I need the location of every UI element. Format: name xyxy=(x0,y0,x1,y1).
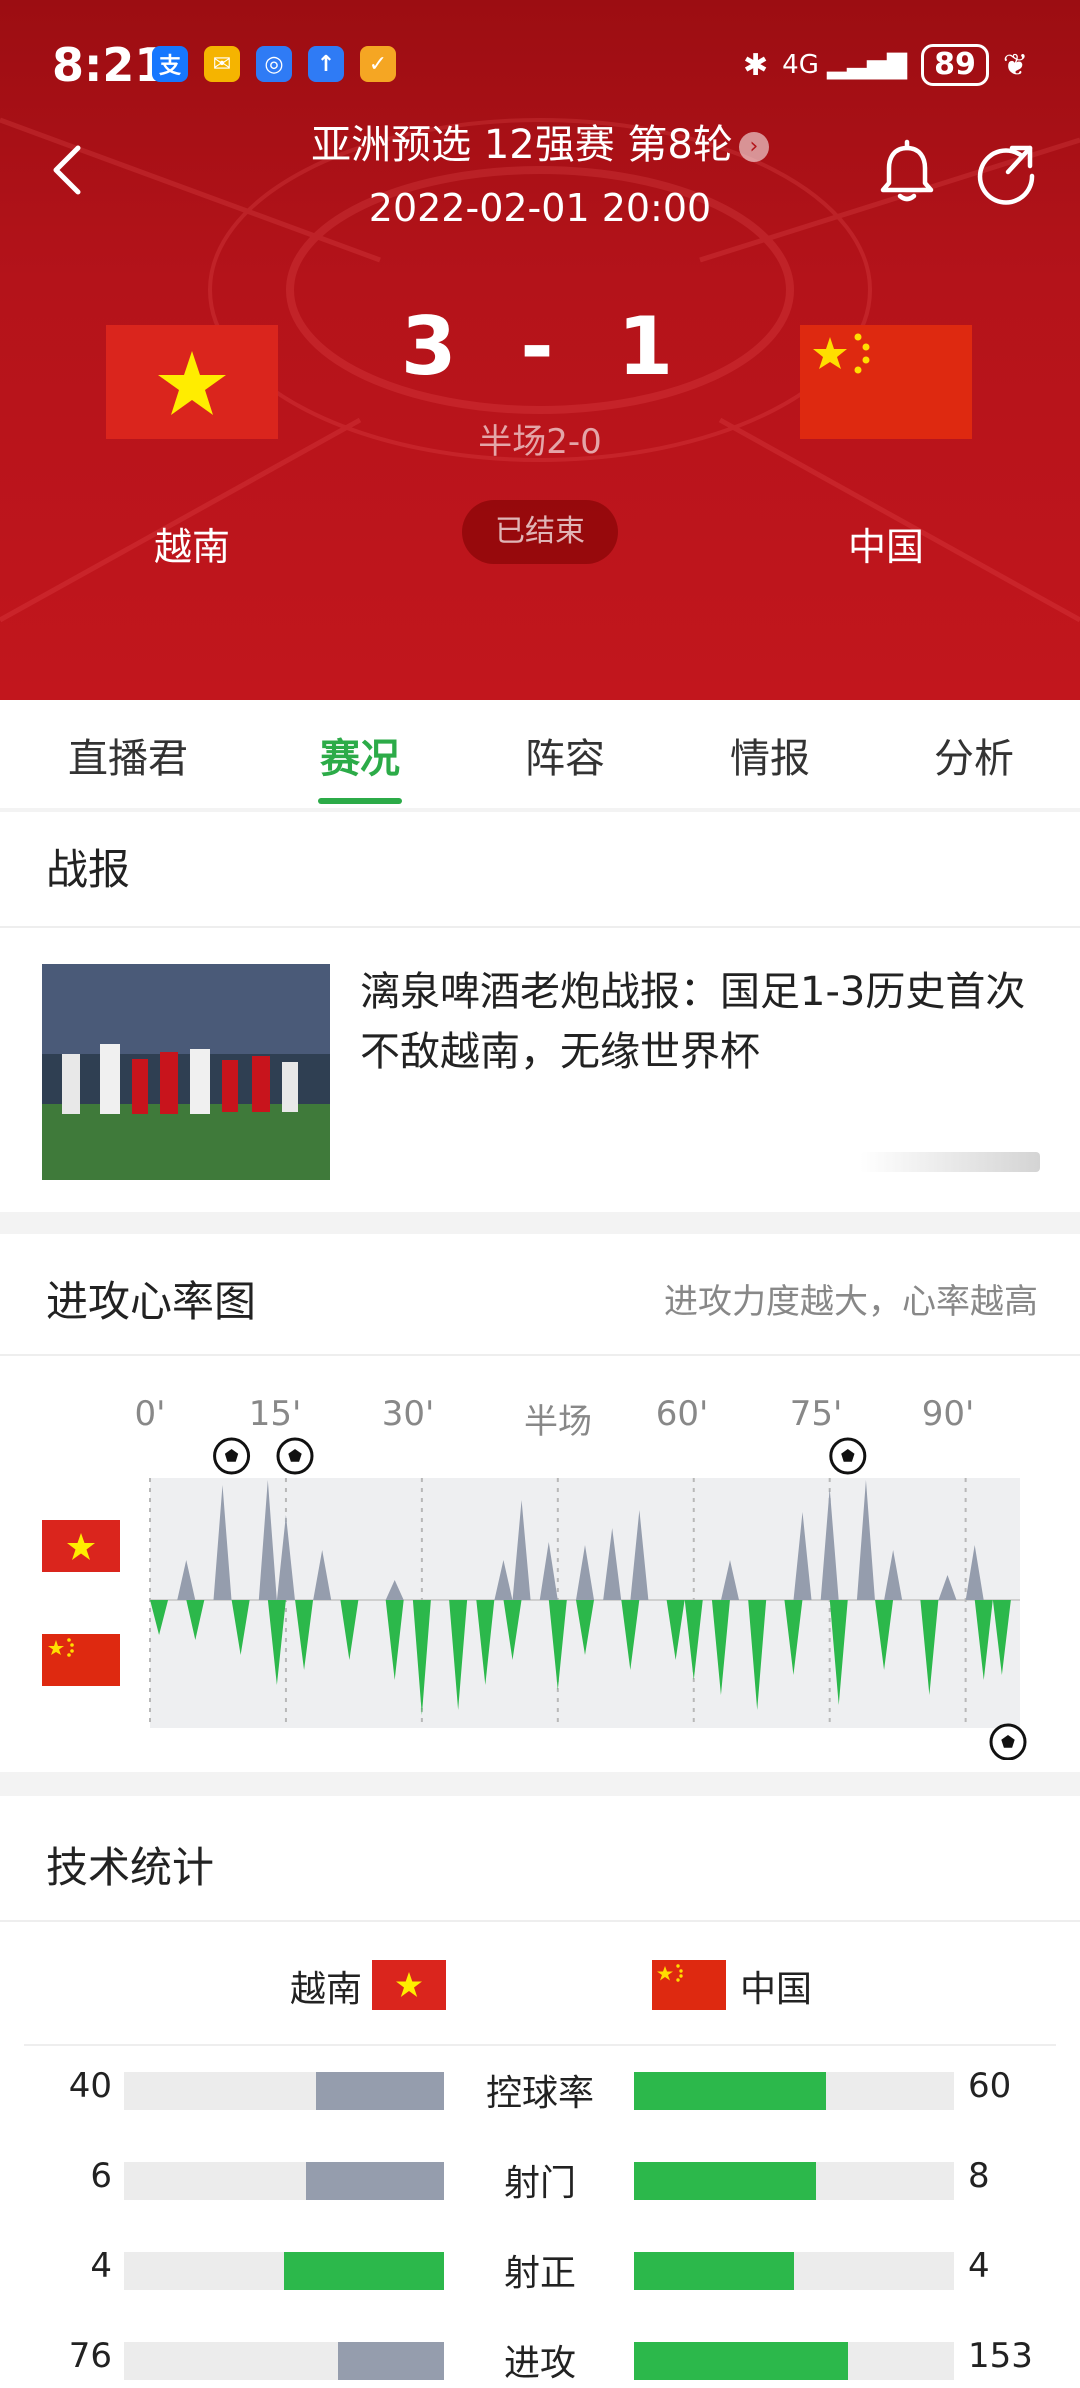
stat-name: 射正 xyxy=(503,2253,576,2294)
status-time: 8:21 xyxy=(52,38,167,92)
stat-row-shots-on-target: 4 射正 4 xyxy=(0,2240,1080,2300)
attack-heart-rate-chart xyxy=(149,1437,1027,1760)
share-icon[interactable] xyxy=(972,138,1042,208)
active-tab-indicator xyxy=(318,798,402,804)
competition-name: 亚洲预选 12强赛 第8轮 xyxy=(311,122,733,168)
stat-home-bar-fill xyxy=(338,2342,444,2380)
alipay-icon: 支 xyxy=(152,46,188,82)
tab-intel[interactable]: 情报 xyxy=(690,726,850,784)
goal-ball-icon xyxy=(213,1437,251,1475)
stat-name: 射门 xyxy=(503,2163,576,2204)
heart-rate-title: 进攻心率图 xyxy=(46,1277,257,1326)
match-page: 8:21 支 ✉ ◎ ↑ ✓ ✱ 4G ▂▃▅▇ 89 ❦ 亚洲预选 12强赛 … xyxy=(0,0,1080,2388)
tab-lineup[interactable]: 阵容 xyxy=(485,726,645,784)
match-header: 8:21 支 ✉ ◎ ↑ ✓ ✱ 4G ▂▃▅▇ 89 ❦ 亚洲预选 12强赛 … xyxy=(0,0,1080,700)
stat-name: 进攻 xyxy=(503,2343,576,2384)
stat-home-bar-fill xyxy=(306,2162,444,2200)
mail-icon: ✉ xyxy=(204,46,240,82)
stat-home-value: 6 xyxy=(90,2156,112,2196)
stat-away-bar xyxy=(634,2162,954,2200)
stats-home-team: 越南 xyxy=(290,1969,363,2010)
china-flag-icon xyxy=(652,1960,726,2010)
status-bar: 8:21 支 ✉ ◎ ↑ ✓ ✱ 4G ▂▃▅▇ 89 ❦ xyxy=(0,0,1080,130)
bell-icon[interactable] xyxy=(872,138,942,208)
stat-home-value: 40 xyxy=(68,2066,112,2106)
divider xyxy=(24,2044,1056,2046)
score-separator: - xyxy=(520,300,560,393)
home-team-name[interactable]: 越南 xyxy=(106,516,278,571)
heart-rate-subtitle: 进攻力度越大，心率越高 xyxy=(664,1282,1038,1322)
divider xyxy=(0,1354,1080,1356)
stat-home-value: 76 xyxy=(68,2336,112,2376)
report-thumbnail[interactable] xyxy=(42,964,330,1180)
stat-away-bar xyxy=(634,2252,954,2290)
bluetooth-icon: ✱ xyxy=(743,47,769,83)
goal-ball-icon xyxy=(829,1437,867,1475)
upload-icon: ↑ xyxy=(308,46,344,82)
stat-row-possession: 40 控球率 60 xyxy=(0,2060,1080,2120)
divider xyxy=(0,926,1080,928)
stat-away-bar xyxy=(634,2342,954,2380)
stat-away-value: 60 xyxy=(968,2066,1012,2106)
report-meta xyxy=(860,1152,1040,1172)
away-team-name[interactable]: 中国 xyxy=(800,516,972,571)
chevron-right-icon: › xyxy=(738,132,769,162)
stat-home-bar-fill xyxy=(284,2252,444,2290)
notification-icons: 支 ✉ ◎ ↑ ✓ xyxy=(152,46,396,82)
signal-icon: 4G ▂▃▅▇ xyxy=(782,50,908,80)
match-status-badge: 已结束 xyxy=(462,500,618,564)
stat-away-bar-fill xyxy=(634,2072,826,2110)
system-icons: ✱ 4G ▂▃▅▇ 89 ❦ xyxy=(743,44,1028,86)
battery-icon: 89 xyxy=(921,44,989,86)
divider xyxy=(0,1920,1080,1922)
away-score: 1 xyxy=(617,300,680,393)
stat-away-value: 4 xyxy=(968,2246,990,2286)
app-icon: ✓ xyxy=(360,46,396,82)
stat-home-bar xyxy=(124,2342,444,2380)
stat-home-bar xyxy=(124,2162,444,2200)
goal-ball-icon xyxy=(276,1437,314,1475)
stat-row-shots: 6 射门 8 xyxy=(0,2150,1080,2210)
stat-home-bar xyxy=(124,2072,444,2110)
halftime-score: 半场2-0 xyxy=(478,422,602,462)
report-headline[interactable]: 漓泉啤酒老炮战报：国足1-3历史首次不敌越南，无缘世界杯 xyxy=(360,962,1040,1082)
stat-home-value: 4 xyxy=(90,2246,112,2286)
tab-match-status[interactable]: 赛况 xyxy=(280,726,440,784)
home-score: 3 xyxy=(400,300,463,393)
browser-icon: ◎ xyxy=(256,46,292,82)
tab-analysis[interactable]: 分析 xyxy=(894,726,1054,784)
stat-away-value: 8 xyxy=(968,2156,990,2196)
stat-home-bar xyxy=(124,2252,444,2290)
stat-away-bar-fill xyxy=(634,2342,848,2380)
score: 3 - 1 xyxy=(0,300,1080,393)
report-section-title: 战报 xyxy=(46,845,131,894)
goal-ball-icon xyxy=(989,1723,1027,1760)
tab-live[interactable]: 直播君 xyxy=(48,726,208,784)
stats-away-team: 中国 xyxy=(740,1969,813,2010)
stat-away-bar-fill xyxy=(634,2162,816,2200)
stat-home-bar-fill xyxy=(316,2072,444,2110)
stat-away-bar xyxy=(634,2072,954,2110)
network-label: 4G xyxy=(782,50,819,80)
stats-section-title: 技术统计 xyxy=(46,1843,215,1892)
stat-away-bar-fill xyxy=(634,2252,794,2290)
stat-name: 控球率 xyxy=(485,2073,594,2114)
stat-row-attacks: 76 进攻 153 xyxy=(0,2330,1080,2388)
tab-bar: 直播君 赛况 阵容 情报 分析 xyxy=(0,700,1080,808)
leaf-icon: ❦ xyxy=(1002,47,1028,83)
vietnam-flag-icon xyxy=(372,1960,446,2010)
stat-away-value: 153 xyxy=(968,2336,1033,2376)
